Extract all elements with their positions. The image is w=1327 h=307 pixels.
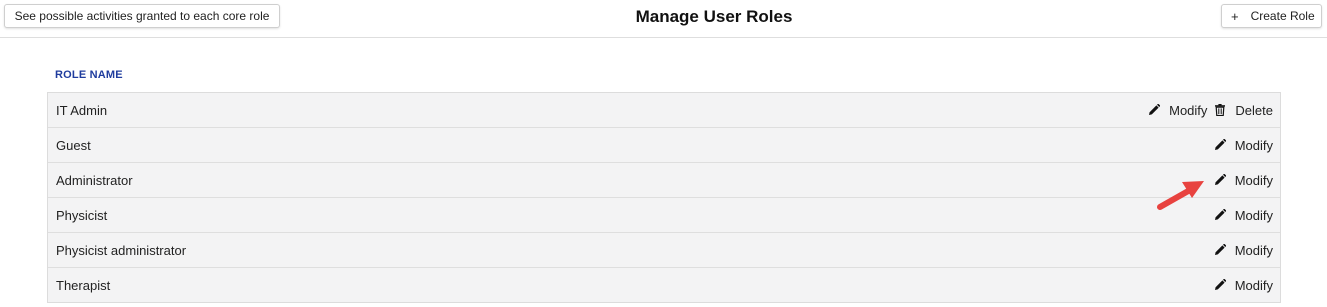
modify-label: Modify xyxy=(1234,172,1273,188)
modify-button[interactable]: Modify xyxy=(1214,173,1273,188)
top-toolbar: See possible activities granted to each … xyxy=(0,0,1327,38)
row-actions: Modify xyxy=(1214,243,1273,258)
role-name: Physicist xyxy=(56,207,108,223)
modify-button[interactable]: Modify xyxy=(1148,103,1207,118)
row-actions: Modify xyxy=(1214,138,1273,153)
modify-label: Modify xyxy=(1234,207,1273,223)
row-actions: Modify Delete xyxy=(1148,103,1273,118)
trash-icon xyxy=(1214,104,1226,116)
table-row: Physicist administrator Modify xyxy=(48,233,1280,268)
table-row: Administrator Modify xyxy=(48,163,1280,198)
delete-label: Delete xyxy=(1235,102,1273,118)
modify-label: Modify xyxy=(1169,102,1208,118)
pencil-icon xyxy=(1214,279,1226,291)
column-header-role-name: ROLE NAME xyxy=(55,69,123,81)
red-arrow-annotation xyxy=(1157,181,1204,210)
role-name: Physicist administrator xyxy=(56,242,187,258)
modify-label: Modify xyxy=(1234,137,1273,153)
roles-table: IT Admin Modify Delete Guest Modify Administr… xyxy=(47,92,1281,303)
pencil-icon xyxy=(1214,139,1226,151)
table-row: Therapist Modify xyxy=(48,268,1280,302)
pencil-icon xyxy=(1148,104,1161,116)
role-name: Therapist xyxy=(56,277,111,293)
row-actions: Modify xyxy=(1214,278,1273,293)
role-name: Guest xyxy=(56,137,91,153)
see-activities-button[interactable]: See possible activities granted to each … xyxy=(4,4,280,28)
create-role-button-label: Create Role xyxy=(1250,9,1315,23)
see-activities-button-label: See possible activities granted to each … xyxy=(14,9,270,23)
role-name: IT Admin xyxy=(56,102,108,118)
plus-icon: + xyxy=(1231,8,1239,24)
modify-button[interactable]: Modify xyxy=(1214,138,1273,153)
pencil-icon xyxy=(1214,209,1226,221)
row-actions: Modify xyxy=(1214,208,1273,223)
row-actions: Modify xyxy=(1214,173,1273,188)
table-row: IT Admin Modify Delete xyxy=(48,93,1280,128)
table-row: Guest Modify xyxy=(48,128,1280,163)
modify-button[interactable]: Modify xyxy=(1214,208,1273,223)
pencil-icon xyxy=(1214,174,1226,186)
create-role-button[interactable]: + Create Role xyxy=(1221,4,1322,28)
modify-button[interactable]: Modify xyxy=(1214,278,1273,293)
modify-label: Modify xyxy=(1234,277,1273,293)
role-name: Administrator xyxy=(56,172,133,188)
pencil-icon xyxy=(1214,244,1226,256)
modify-button[interactable]: Modify xyxy=(1214,243,1273,258)
page-title: Manage User Roles xyxy=(635,7,793,26)
delete-button[interactable]: Delete xyxy=(1214,103,1273,118)
modify-label: Modify xyxy=(1234,242,1273,258)
table-row: Physicist Modify xyxy=(48,198,1280,233)
